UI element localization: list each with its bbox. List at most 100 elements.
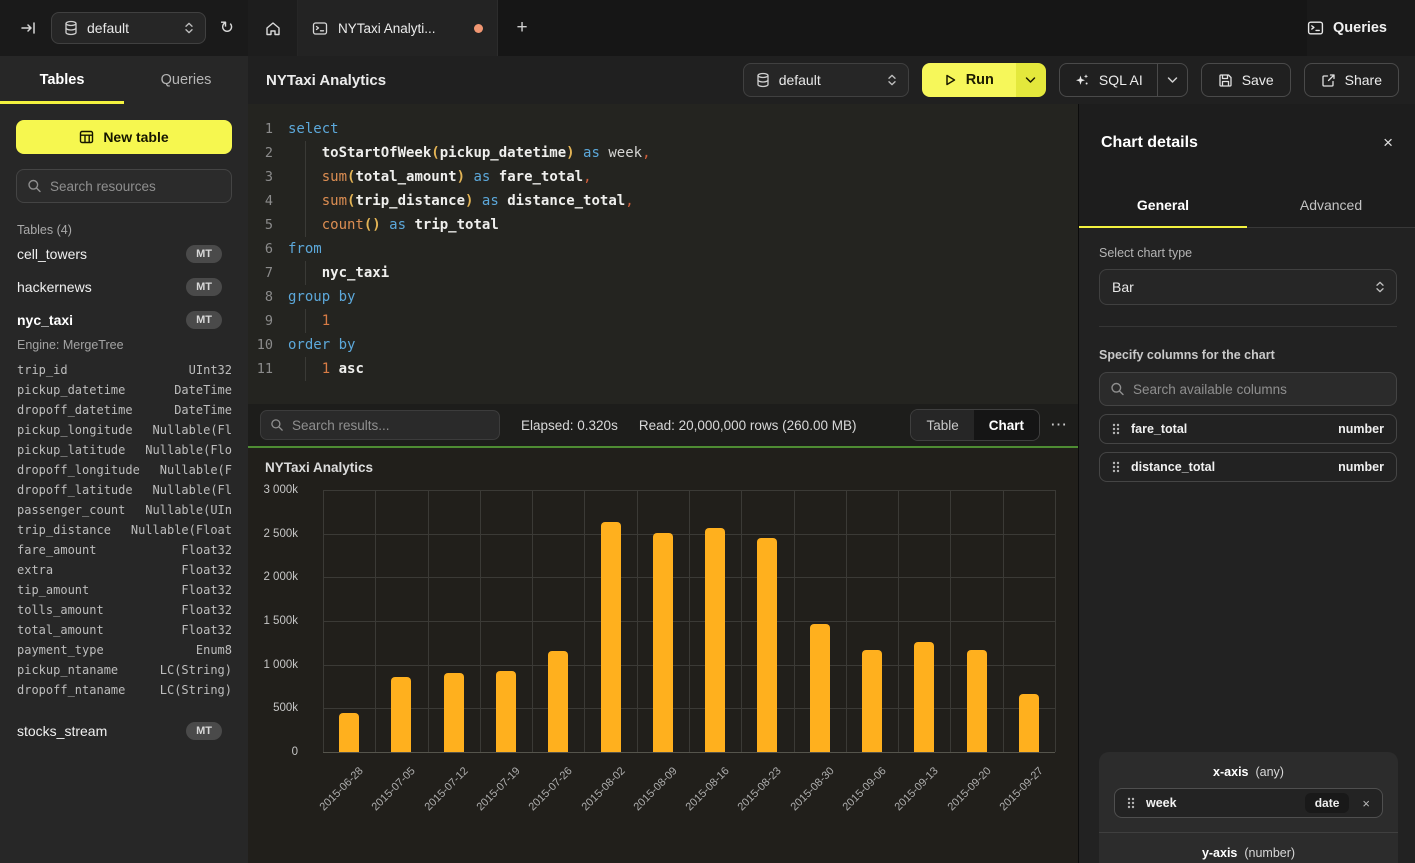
sidebar-item-nyc-taxi[interactable]: nyc_taxi MT [0, 303, 248, 336]
table-name: nyc_taxi [17, 312, 73, 328]
sidebar-item-cell-towers[interactable]: cell_towers MT [0, 237, 248, 270]
column-chip-fare-total[interactable]: fare_total number [1099, 414, 1397, 444]
field-name: week [1146, 796, 1294, 810]
run-options-button[interactable] [1016, 63, 1046, 97]
table-column-row[interactable]: total_amount Float32 [0, 620, 248, 640]
sidebar-tab-queries[interactable]: Queries [124, 56, 248, 104]
table-column-row[interactable]: fare_amount Float32 [0, 540, 248, 560]
column-name: dropoff_longitude [17, 463, 140, 477]
refresh-button[interactable]: ↻ [220, 18, 234, 38]
chart-details-panel: Chart details × General Advanced Select … [1078, 104, 1415, 863]
remove-field-icon[interactable]: × [1360, 796, 1372, 811]
collapse-sidebar-button[interactable] [20, 20, 37, 36]
more-options-button[interactable]: ⋯ [1050, 415, 1068, 435]
table-column-row[interactable]: tolls_amount Float32 [0, 600, 248, 620]
x-axis-field-week[interactable]: week date × [1114, 788, 1383, 818]
gridline [375, 490, 376, 752]
table-icon [79, 130, 94, 144]
table-column-row[interactable]: pickup_ntaname LC(String) [0, 660, 248, 680]
table-column-row[interactable]: dropoff_ntaname LC(String) [0, 680, 248, 700]
table-column-row[interactable]: pickup_datetime DateTime [0, 380, 248, 400]
close-icon[interactable]: × [1383, 133, 1393, 153]
table-column-row[interactable]: tip_amount Float32 [0, 580, 248, 600]
search-icon [1110, 382, 1125, 397]
save-button[interactable]: Save [1201, 63, 1291, 97]
run-database-select[interactable]: default [743, 63, 909, 97]
table-column-row[interactable]: dropoff_longitude Nullable(F [0, 460, 248, 480]
table-view-toggle[interactable]: Table [911, 410, 973, 440]
chart-view-toggle[interactable]: Chart [974, 410, 1039, 440]
topbar-database-select[interactable]: default [51, 12, 206, 44]
code-line: 1select [248, 117, 1078, 141]
chevron-down-icon [1167, 76, 1178, 84]
columns-search [1099, 372, 1397, 406]
table-column-row[interactable]: pickup_longitude Nullable(Fl [0, 420, 248, 440]
line-number: 5 [248, 213, 288, 237]
search-resources-input[interactable] [16, 169, 232, 203]
search-columns-input[interactable] [1099, 372, 1397, 406]
run-button[interactable]: Run [922, 63, 1016, 97]
chart-details-body: Select chart type Bar Specify columns fo… [1079, 228, 1415, 863]
app-window: default ↻ NYTaxi Analyti... + Queries [0, 0, 1415, 863]
console-icon [312, 21, 328, 36]
table-column-row[interactable]: extra Float32 [0, 560, 248, 580]
home-tab[interactable] [248, 0, 298, 56]
column-type: Float32 [181, 623, 232, 637]
sidebar: Tables Queries New table Tables (4) cell… [0, 56, 248, 863]
top-bar: default ↻ NYTaxi Analyti... + Queries [0, 0, 1415, 56]
queries-button[interactable]: Queries [1307, 20, 1387, 36]
code-line: 7 nyc_taxi [248, 261, 1078, 285]
sidebar-item-stocks-stream[interactable]: stocks_stream MT [0, 714, 248, 747]
line-number: 2 [248, 141, 288, 165]
table-column-row[interactable]: pickup_latitude Nullable(Flo [0, 440, 248, 460]
gridline [1003, 490, 1004, 752]
chevron-up-down-icon [886, 73, 898, 87]
chart-bar-2015-08-16 [705, 528, 725, 752]
chart-type-select[interactable]: Bar [1099, 269, 1397, 305]
tab-advanced[interactable]: Advanced [1247, 182, 1415, 227]
table-column-row[interactable]: payment_type Enum8 [0, 640, 248, 660]
sql-ai-options-button[interactable] [1157, 64, 1187, 96]
table-column-row[interactable]: dropoff_latitude Nullable(Fl [0, 480, 248, 500]
x-tick-label: 2015-08-16 [683, 765, 731, 813]
column-name: dropoff_datetime [17, 403, 133, 417]
chart-panel: NYTaxi Analytics 0500k1 000k1 500k2 000k… [248, 448, 1078, 863]
tab-nytaxi-analytics[interactable]: NYTaxi Analyti... [298, 0, 498, 56]
search-icon [270, 418, 284, 432]
sidebar-item-hackernews[interactable]: hackernews MT [0, 270, 248, 303]
tab-general[interactable]: General [1079, 182, 1247, 227]
table-column-row[interactable]: trip_distance Nullable(Float [0, 520, 248, 540]
table-column-row[interactable]: passenger_count Nullable(UIn [0, 500, 248, 520]
sql-ai-button[interactable]: SQL AI [1060, 64, 1157, 96]
search-results-input[interactable] [260, 410, 500, 440]
code-line: 10order by [248, 333, 1078, 357]
engine-badge: MT [186, 245, 222, 263]
new-table-button[interactable]: New table [16, 120, 232, 154]
column-name: tolls_amount [17, 603, 104, 617]
elapsed-stat: Elapsed: 0.320s [521, 418, 618, 433]
gridline [846, 490, 847, 752]
engine-badge: MT [186, 722, 222, 740]
save-button-label: Save [1242, 72, 1274, 88]
x-tick-label: 2015-08-09 [631, 765, 679, 813]
new-tab-button[interactable]: + [498, 0, 546, 56]
sql-editor[interactable]: 1select2 toStartOfWeek(pickup_datetime) … [248, 104, 1078, 404]
line-number: 7 [248, 261, 288, 285]
database-icon [756, 72, 770, 88]
column-name: trip_id [17, 363, 68, 377]
sidebar-tab-tables[interactable]: Tables [0, 56, 124, 104]
table-column-row[interactable]: trip_id UInt32 [0, 360, 248, 380]
tables-section-label: Tables (4) [17, 223, 231, 237]
column-chip-distance-total[interactable]: distance_total number [1099, 452, 1397, 482]
chart-bar-2015-08-30 [810, 624, 830, 752]
drag-handle-icon [1112, 423, 1120, 435]
y-axis-section: y-axis (number) trip_total number × DRAG… [1099, 833, 1398, 863]
top-bar-left: default ↻ [0, 0, 248, 56]
x-tick-label: 2015-09-20 [945, 765, 993, 813]
table-column-row[interactable]: dropoff_datetime DateTime [0, 400, 248, 420]
code-line: 2 toStartOfWeek(pickup_datetime) as week… [248, 141, 1078, 165]
column-type: Nullable(UIn [145, 503, 232, 517]
share-button[interactable]: Share [1304, 63, 1399, 97]
column-type: Float32 [181, 563, 232, 577]
column-name: dropoff_ntaname [17, 683, 125, 697]
